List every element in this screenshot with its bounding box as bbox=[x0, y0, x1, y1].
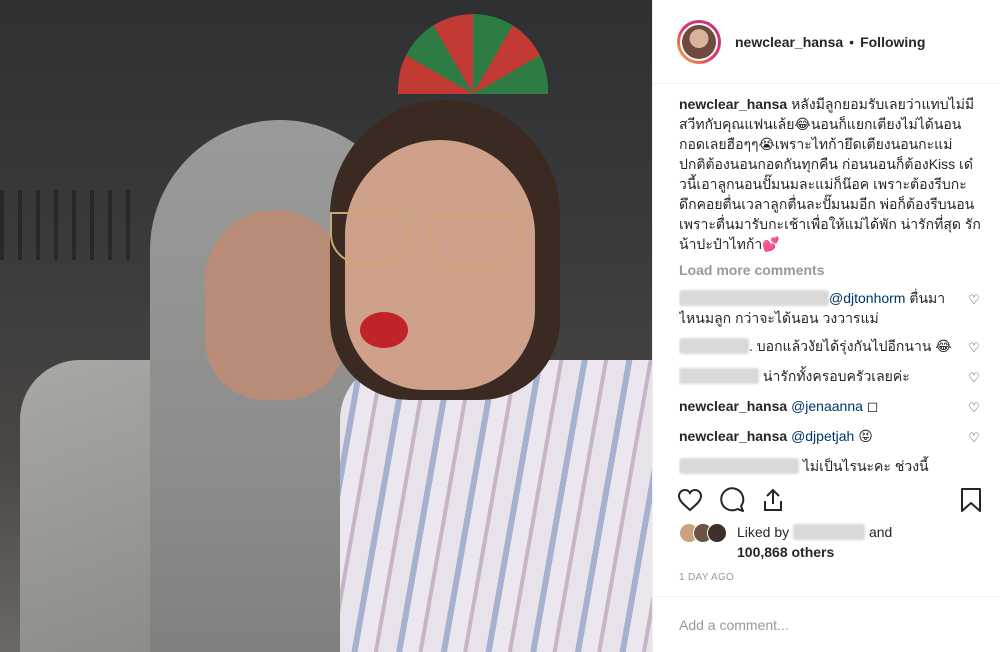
heart-icon[interactable] bbox=[677, 488, 703, 512]
comment-like-heart-icon[interactable]: ♡ bbox=[966, 290, 982, 310]
striped-shirt bbox=[340, 360, 652, 652]
man-face bbox=[205, 210, 345, 400]
blurred-username bbox=[679, 290, 829, 306]
liker-avatars bbox=[679, 523, 727, 543]
blurred-username bbox=[679, 368, 759, 384]
comment-icon[interactable] bbox=[719, 487, 745, 513]
comment-text: 😝 bbox=[854, 428, 873, 444]
post-caption: newclear_hansa หลังมีลูกยอมรับเลยว่าแทบไ… bbox=[679, 94, 982, 254]
comment-like-heart-icon[interactable]: ♡ bbox=[966, 368, 982, 388]
red-lips bbox=[360, 312, 408, 348]
comment-text: ไม่เป็นไรนะคะ ช่วงนี้ bbox=[802, 458, 929, 474]
blurred-username bbox=[679, 338, 749, 354]
comment-mention[interactable]: @jenaanna bbox=[791, 398, 863, 414]
comment-like-heart-icon[interactable]: ♡ bbox=[966, 338, 982, 358]
liker-avatar[interactable] bbox=[707, 523, 727, 543]
add-comment-input[interactable] bbox=[679, 616, 974, 633]
likes-text: Liked by and 100,868 others bbox=[737, 522, 892, 562]
liked-by-label: Liked by bbox=[737, 524, 790, 540]
comment-mention[interactable]: @djtonhorm bbox=[829, 290, 905, 306]
add-comment-bar bbox=[653, 596, 1000, 652]
comments-list[interactable]: newclear_hansa หลังมีลูกยอมรับเลยว่าแทบไ… bbox=[679, 94, 982, 482]
liked-and-label: and bbox=[868, 524, 893, 540]
header-separator: • bbox=[849, 33, 855, 50]
following-button[interactable]: Following bbox=[860, 34, 925, 50]
post-photo[interactable] bbox=[0, 0, 652, 652]
bookmark-icon[interactable] bbox=[960, 487, 982, 513]
comment-username[interactable]: newclear_hansa bbox=[679, 398, 787, 414]
comment-like-heart-icon[interactable]: ♡ bbox=[966, 398, 982, 418]
comment-mention[interactable]: @djpetjah bbox=[791, 428, 854, 444]
caption-text: หลังมีลูกยอมรับเลยว่าแทบไม่มีสวีทกับคุณแ… bbox=[679, 96, 981, 252]
comment-row: @djtonhorm ตื่นมาไหนมลูก กว่าจะได้นอน วง… bbox=[679, 288, 982, 328]
comment-row: น่ารักทั้งครอบครัวเลยค่ะ ♡ bbox=[679, 366, 982, 388]
likes-count[interactable]: 100,868 others bbox=[737, 544, 834, 560]
post-sidebar: newclear_hansa • Following newclear_hans… bbox=[652, 0, 1000, 652]
umbrella-decoration bbox=[398, 14, 548, 94]
blurred-username bbox=[679, 458, 799, 474]
comment-text: น่ารักทั้งครอบครัวเลยค่ะ bbox=[759, 368, 910, 384]
comment-row: newclear_hansa @djpetjah 😝 ♡ bbox=[679, 426, 982, 448]
comment-username[interactable]: newclear_hansa bbox=[679, 428, 787, 444]
comment-row: newclear_hansa @jenaanna ◻ ♡ bbox=[679, 396, 982, 418]
blurred-liker-name[interactable] bbox=[793, 524, 866, 540]
avatar[interactable] bbox=[677, 19, 721, 64]
likes-section: Liked by and 100,868 others bbox=[679, 522, 982, 562]
header-username[interactable]: newclear_hansa bbox=[735, 34, 843, 50]
glasses-left-lens bbox=[330, 212, 410, 264]
comment-text: . บอกแล้วงัยได้รุ่งกันไปอีกนาน 😂 bbox=[749, 338, 952, 354]
comment-text: ◻ bbox=[862, 398, 879, 414]
comment-like-heart-icon[interactable]: ♡ bbox=[966, 428, 982, 448]
action-bar bbox=[677, 482, 982, 518]
load-more-comments[interactable]: Load more comments bbox=[679, 260, 982, 280]
background-railing bbox=[0, 190, 130, 260]
post-header: newclear_hansa • Following bbox=[653, 0, 1000, 84]
comment-row: . บอกแล้วงัยได้รุ่งกันไปอีกนาน 😂 ♡ bbox=[679, 336, 982, 358]
avatar-image bbox=[680, 22, 718, 61]
glasses-right-lens bbox=[430, 216, 520, 270]
share-icon[interactable] bbox=[761, 487, 785, 513]
comment-row: ไม่เป็นไรนะคะ ช่วงนี้ bbox=[679, 456, 982, 476]
post-timestamp[interactable]: 1 DAY AGO bbox=[679, 572, 734, 583]
caption-username[interactable]: newclear_hansa bbox=[679, 96, 787, 112]
